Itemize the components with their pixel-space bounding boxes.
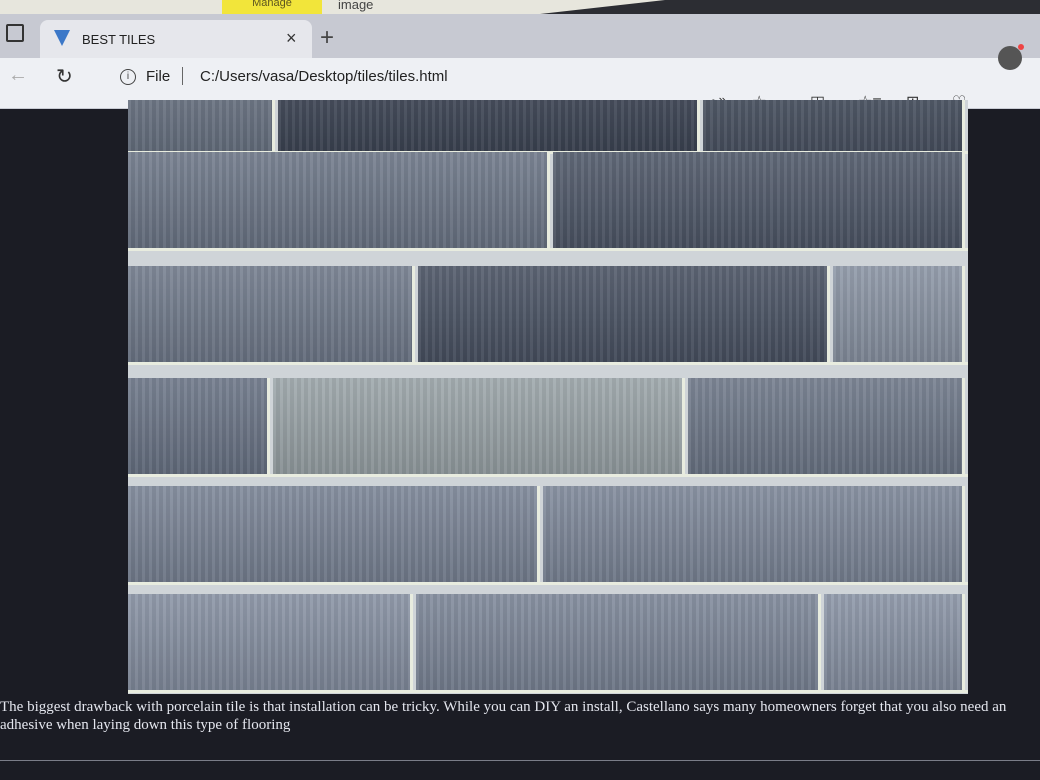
tile-image [128,100,968,694]
floor-tile [418,266,830,362]
floor-tile [128,152,550,248]
dark-strip [540,0,1040,14]
close-icon[interactable]: × [286,28,297,49]
divider-line [0,760,1040,761]
manage-tab[interactable]: Manage [222,0,322,14]
floor-tile [416,594,821,690]
tab-title: BEST TILES [82,32,156,47]
grout-line [128,362,968,365]
tab-bar: BEST TILES × + [0,14,1040,58]
tile-row [128,378,968,474]
image-label: image [338,0,374,12]
tile-row [128,100,968,151]
notification-dot [1018,44,1024,50]
floor-tile [273,378,685,474]
grout-line [128,690,968,693]
info-icon[interactable]: i [120,69,136,85]
tile-row [128,594,968,690]
tile-row [128,266,968,362]
new-tab-button[interactable]: + [320,26,334,50]
taskbar-strip: Manage image [0,0,1040,14]
grout-line [128,248,968,251]
tile-row [128,152,968,248]
file-label: File [146,68,171,85]
floor-tile [278,100,700,151]
back-icon[interactable]: ← [8,64,28,87]
floor-tile [543,486,965,582]
grout-line [128,582,968,585]
page-caption: The biggest drawback with porcelain tile… [0,699,1007,733]
floor-tile [688,378,965,474]
floor-tile [128,594,413,690]
grout-line [128,474,968,477]
floor-tile [553,152,965,248]
site-favicon-icon [54,30,70,46]
floor-tile [128,100,275,151]
refresh-icon[interactable]: ↻ [56,64,73,89]
floor-tile [128,486,540,582]
floor-tile [824,594,965,690]
divider [182,67,183,85]
sidebar-icon[interactable] [6,24,24,42]
floor-tile [833,266,965,362]
floor-tile [128,378,270,474]
browser-tab[interactable]: BEST TILES × [40,20,312,58]
floor-tile [128,266,415,362]
url-field[interactable]: C:/Users/vasa/Desktop/tiles/tiles.html [200,68,448,85]
floor-tile [703,100,965,151]
tile-row [128,486,968,582]
profile-icon[interactable] [998,46,1022,70]
